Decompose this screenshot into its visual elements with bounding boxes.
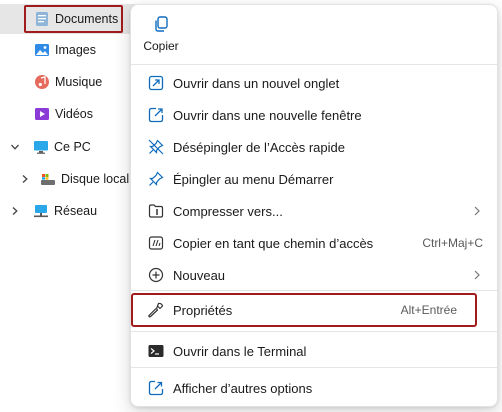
- menu-item-label: Épingler au menu Démarrer: [173, 171, 334, 187]
- documents-highlight: [24, 5, 123, 33]
- new-tab-icon: [147, 74, 165, 92]
- menu-item-label: Propriétés: [173, 302, 233, 318]
- sidebar-item-label: Ce PC: [54, 140, 91, 154]
- terminal-icon: [147, 342, 165, 360]
- menu-item-properties[interactable]: Propriétés Alt+Entrée: [131, 293, 477, 327]
- menu-item-label: Nouveau: [173, 267, 226, 283]
- videos-icon: [34, 106, 50, 122]
- chevron-right-icon[interactable]: [18, 172, 32, 186]
- separator: [131, 367, 497, 368]
- copy-icon: [152, 15, 170, 33]
- menu-item-shortcut: Alt+Entrée: [400, 303, 457, 317]
- computer-icon: [33, 139, 49, 155]
- menu-item-pin-start[interactable]: Épingler au menu Démarrer: [135, 164, 493, 194]
- sidebar-item-this-pc[interactable]: Ce PC: [0, 132, 135, 162]
- menu-item-unpin-quick-access[interactable]: Désépingler de l’Accès rapide: [135, 132, 493, 162]
- compress-icon: [147, 202, 165, 220]
- new-icon: [147, 266, 165, 284]
- menu-item-new[interactable]: Nouveau: [135, 260, 493, 290]
- chevron-down-icon[interactable]: [8, 140, 22, 154]
- sidebar-item-label: Vidéos: [55, 107, 93, 121]
- copy-button[interactable]: Copier: [135, 11, 187, 59]
- more-options-icon: [147, 379, 165, 397]
- separator: [131, 331, 497, 332]
- menu-item-show-more-options[interactable]: Afficher d’autres options: [135, 373, 493, 403]
- local-disk-icon: [40, 171, 56, 187]
- music-icon: [34, 74, 50, 90]
- sidebar-item-local-disk[interactable]: Disque local: [0, 164, 135, 194]
- chevron-right-icon: [473, 270, 481, 280]
- sidebar-item-videos[interactable]: Vidéos: [0, 99, 135, 129]
- unpin-icon: [147, 138, 165, 156]
- menu-item-copy-as-path[interactable]: Copier en tant que chemin d’accès Ctrl+M…: [135, 228, 493, 258]
- copy-label: Copier: [143, 39, 179, 53]
- menu-item-label: Ouvrir dans une nouvelle fenêtre: [173, 107, 362, 123]
- menu-item-compress-to[interactable]: Compresser vers...: [135, 196, 493, 226]
- menu-item-open-new-window[interactable]: Ouvrir dans une nouvelle fenêtre: [135, 100, 493, 130]
- chevron-right-icon[interactable]: [8, 204, 22, 218]
- menu-item-label: Compresser vers...: [173, 203, 283, 219]
- sidebar-item-label: Réseau: [54, 204, 98, 218]
- chevron-right-icon: [473, 206, 481, 216]
- menu-item-label: Désépingler de l’Accès rapide: [173, 139, 345, 155]
- copy-path-icon: [147, 234, 165, 252]
- menu-item-open-terminal[interactable]: Ouvrir dans le Terminal: [135, 336, 493, 366]
- sidebar-item-label: Disque local: [61, 172, 130, 186]
- menu-item-shortcut: Ctrl+Maj+C: [422, 236, 483, 250]
- menu-item-label: Afficher d’autres options: [173, 380, 313, 396]
- separator: [131, 64, 497, 65]
- wrench-icon: [147, 301, 165, 319]
- sidebar-item-images[interactable]: Images: [0, 35, 135, 65]
- images-icon: [34, 42, 50, 58]
- sidebar-item-label: Images: [55, 43, 96, 57]
- sidebar-item-network[interactable]: Réseau: [0, 196, 135, 226]
- pin-icon: [147, 170, 165, 188]
- quick-actions-bar: Copier: [131, 5, 497, 61]
- menu-item-label: Ouvrir dans un nouvel onglet: [173, 75, 340, 91]
- sidebar-item-label: Musique: [55, 75, 103, 89]
- sidebar-item-music[interactable]: Musique: [0, 67, 135, 97]
- menu-item-label: Ouvrir dans le Terminal: [173, 343, 307, 359]
- context-menu: Copier Ouvrir dans un nouvel onglet Ouvr…: [130, 4, 498, 407]
- separator: [131, 290, 497, 291]
- navigation-pane: Documents Images Musique Vidéos Ce PC Di…: [0, 0, 135, 412]
- menu-item-label: Copier en tant que chemin d’accès: [173, 235, 374, 251]
- menu-item-open-new-tab[interactable]: Ouvrir dans un nouvel onglet: [135, 68, 493, 98]
- new-window-icon: [147, 106, 165, 124]
- network-icon: [33, 203, 49, 219]
